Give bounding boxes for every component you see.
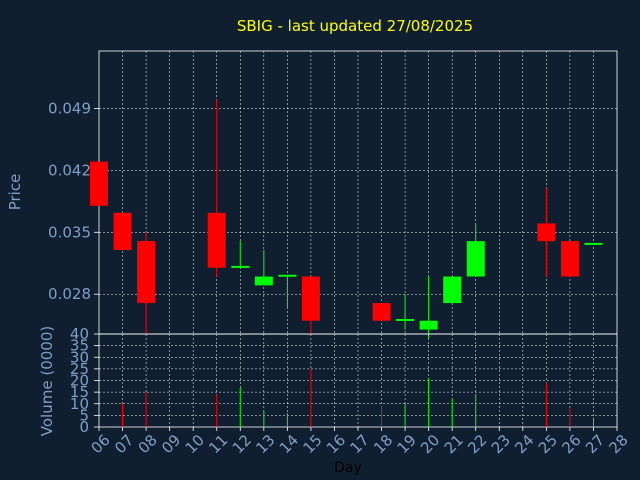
candle-body <box>443 276 462 304</box>
volume-panel: 0510152025303540 <box>70 325 618 436</box>
x-tick-label: 08 <box>135 431 161 457</box>
candle-body <box>90 161 108 206</box>
x-tick-label: 07 <box>111 431 137 457</box>
price-tick-label: 0.028 <box>48 285 91 303</box>
candle-11 <box>207 99 226 277</box>
candle-12 <box>231 241 250 268</box>
x-tick-label: 26 <box>558 431 584 457</box>
candle-body <box>396 318 415 321</box>
candle-body <box>560 241 579 277</box>
price-tick-label: 0.035 <box>48 223 91 241</box>
price-tick-label: 0.042 <box>48 161 91 179</box>
volume-tick-label: 40 <box>70 325 89 343</box>
x-tick-label: 28 <box>606 431 632 457</box>
candle-body <box>466 241 485 277</box>
candle-body <box>278 274 297 277</box>
x-tick-label: 09 <box>158 431 184 457</box>
price-tick-label: 0.049 <box>48 99 91 117</box>
x-tick-label: 16 <box>323 431 349 457</box>
x-tick-label: 15 <box>299 431 325 457</box>
candle-22 <box>466 223 485 277</box>
candle-25 <box>537 188 556 277</box>
x-tick-label: 13 <box>252 431 278 457</box>
candle-body <box>372 303 391 321</box>
candle-15 <box>301 276 320 334</box>
x-tick-label: 19 <box>394 431 420 457</box>
x-tick-label: 18 <box>370 431 396 457</box>
x-axis-label: Day <box>334 460 362 476</box>
chart-title: SBIG - last updated 27/08/2025 <box>237 17 473 35</box>
candle-20 <box>419 276 438 339</box>
x-tick-label: 20 <box>417 431 443 457</box>
x-tick-label: 23 <box>488 431 514 457</box>
candle-body <box>254 276 273 286</box>
x-tick-label: 25 <box>535 431 561 457</box>
candle-body <box>584 242 603 245</box>
candle-7 <box>113 212 132 250</box>
x-tick-label: 24 <box>511 431 537 457</box>
candle-body <box>231 265 250 268</box>
x-tick-label: 27 <box>582 431 608 457</box>
candle-13 <box>254 249 273 286</box>
candle-27 <box>584 242 603 245</box>
x-tick-label: 14 <box>276 431 302 457</box>
candlestick-chart: SBIG - last updated 27/08/2025 0.028 0.03… <box>6 17 632 476</box>
x-tick-label: 22 <box>464 431 490 457</box>
x-tick-label: 12 <box>229 431 255 457</box>
candle-26 <box>560 241 579 277</box>
candle-body <box>419 320 438 330</box>
x-tick-label: 11 <box>205 431 231 457</box>
candle-body <box>301 276 320 321</box>
volume-axis-label: Volume (0000) <box>38 326 56 436</box>
candle-body <box>207 212 226 268</box>
price-axis-label: Price <box>6 174 24 211</box>
x-tick-label: 06 <box>88 431 114 457</box>
candle-body <box>537 223 556 242</box>
x-axis: 0607080910111213141516171819202122232425… <box>88 427 632 457</box>
candle-19 <box>396 294 415 330</box>
candle-body <box>137 241 156 304</box>
x-tick-label: 21 <box>441 431 467 457</box>
x-tick-label: 17 <box>347 431 373 457</box>
candle-body <box>113 212 132 250</box>
candle-6 <box>90 161 108 206</box>
candle-8 <box>137 232 156 334</box>
candle-21 <box>443 276 462 304</box>
candle-14 <box>278 274 297 308</box>
price-panel: 0.028 0.035 0.042 0.049 <box>48 50 618 339</box>
candle-18 <box>372 303 391 321</box>
x-tick-label: 10 <box>182 431 208 457</box>
